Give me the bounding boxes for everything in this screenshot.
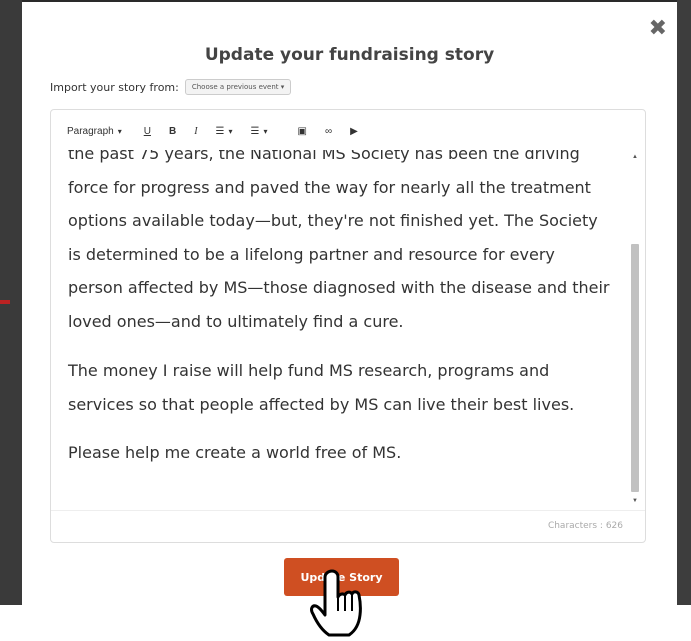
story-paragraph: Please help me create a world free of MS… — [68, 443, 402, 462]
story-editor: Paragraph ▾ U B I ☰ ▾ ☰ ▾ ▣ ∞ ▶ the past… — [50, 109, 646, 543]
story-paragraph: The money I raise will help fund MS rese… — [68, 361, 575, 414]
bullet-list-button[interactable]: ☰ ▾ — [251, 126, 268, 137]
chevron-down-icon: ▾ — [228, 127, 233, 136]
character-count: Characters : 626 — [547, 521, 623, 531]
hand-pointer-icon — [310, 569, 362, 637]
page-backdrop-right — [677, 0, 691, 641]
scroll-up-icon[interactable]: ▲ — [632, 154, 638, 160]
scrollbar-thumb[interactable] — [631, 244, 639, 492]
story-text-area[interactable]: the past 75 years, the National MS Socie… — [51, 150, 629, 506]
paragraph-format-dropdown[interactable]: Paragraph ▾ — [67, 126, 122, 137]
story-paragraph: the past 75 years, the National MS Socie… — [68, 150, 610, 331]
chevron-down-icon: ▾ — [117, 127, 122, 136]
scroll-down-icon[interactable]: ▼ — [632, 498, 638, 504]
editor-toolbar: Paragraph ▾ U B I ☰ ▾ ☰ ▾ ▣ ∞ ▶ — [67, 126, 376, 137]
page-backdrop-accent — [0, 300, 10, 304]
paragraph-label: Paragraph — [67, 126, 114, 137]
page-backdrop-left — [0, 0, 22, 641]
bold-button[interactable]: B — [169, 126, 176, 137]
previous-event-select[interactable]: Choose a previous event ▾ — [184, 79, 292, 95]
update-story-modal: ✖ Update your fundraising story Import y… — [22, 2, 677, 605]
insert-link-icon[interactable]: ∞ — [325, 126, 332, 137]
ordered-list-icon: ☰ — [215, 126, 225, 137]
ordered-list-button[interactable]: ☰ ▾ — [216, 126, 233, 137]
import-story-row: Import your story from: Choose a previou… — [50, 79, 292, 95]
bullet-list-icon: ☰ — [250, 126, 260, 137]
modal-title: Update your fundraising story — [204, 45, 495, 65]
underline-button[interactable]: U — [144, 126, 151, 137]
insert-video-icon[interactable]: ▶ — [350, 126, 358, 137]
import-label: Import your story from: — [50, 80, 179, 94]
close-icon[interactable]: ✖ — [649, 18, 667, 40]
insert-image-icon[interactable]: ▣ — [298, 126, 307, 137]
divider — [51, 510, 645, 511]
italic-button[interactable]: I — [194, 126, 197, 137]
editor-scrollbar[interactable]: ▲ ▼ — [631, 154, 639, 504]
chevron-down-icon: ▾ — [263, 127, 268, 136]
